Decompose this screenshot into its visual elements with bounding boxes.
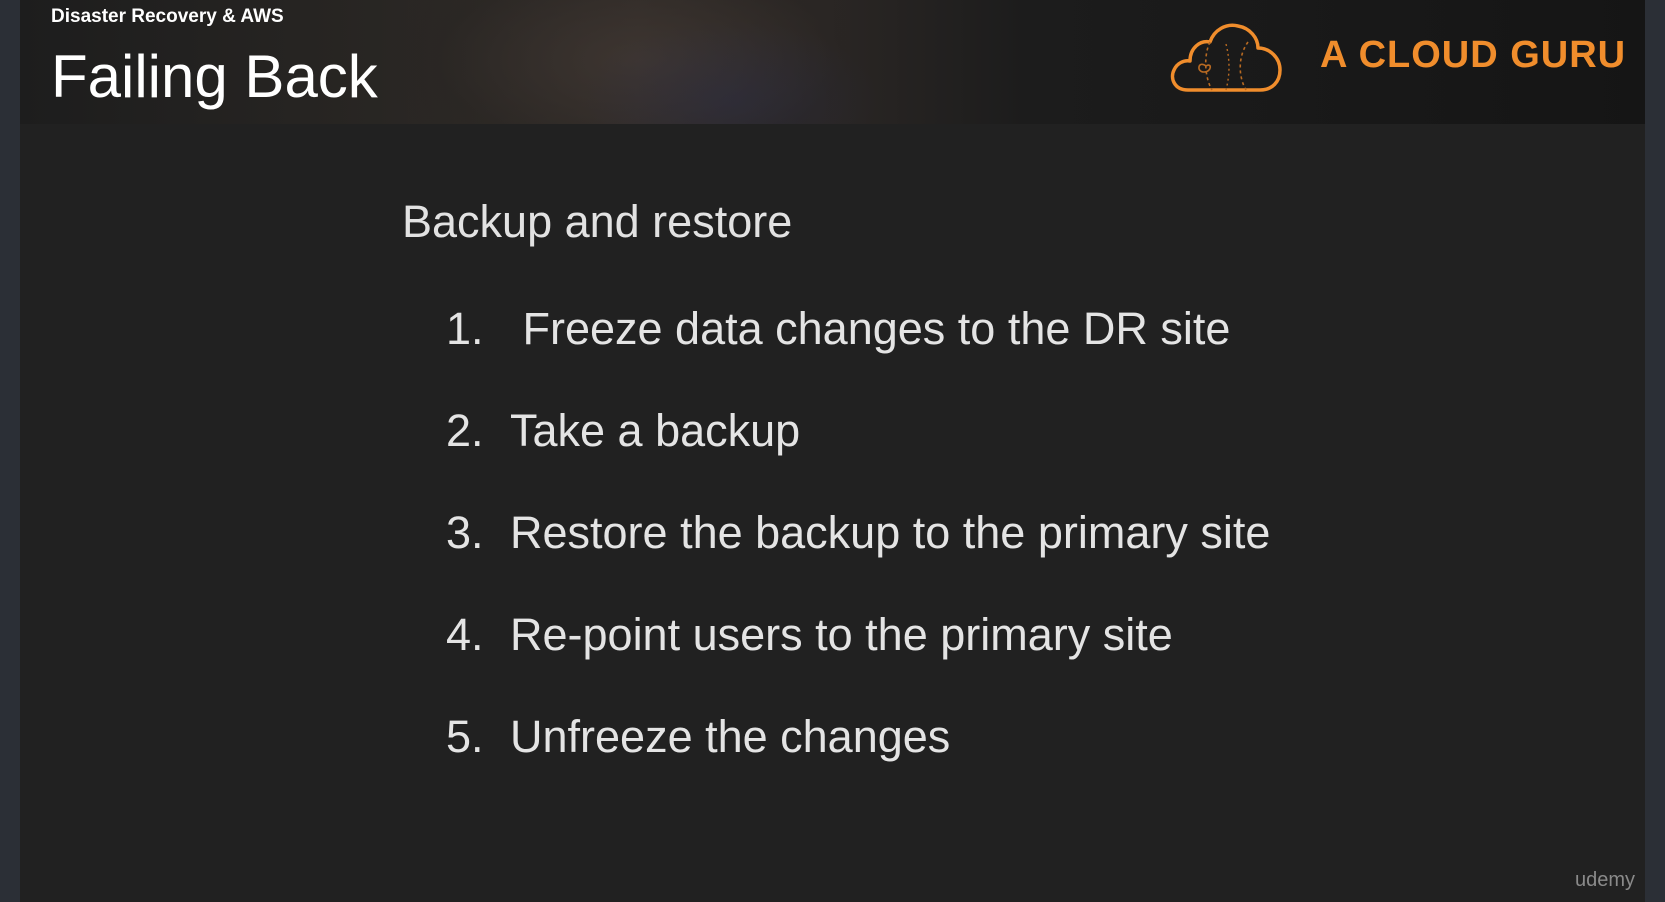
course-title: Disaster Recovery & AWS [51, 6, 284, 27]
a-cloud-guru-logo: A CLOUD GURU [1168, 18, 1625, 98]
left-frame-border [0, 0, 20, 902]
list-item-number: 4. [446, 609, 484, 660]
list-item-number: 1. [446, 303, 484, 354]
list-item: 3. Restore the backup to the primary site [446, 505, 1270, 561]
list-item-number: 3. [446, 507, 484, 558]
list-item: 5. Unfreeze the changes [446, 709, 950, 765]
list-item: 4. Re-point users to the primary site [446, 607, 1173, 663]
right-frame-border [1645, 0, 1665, 902]
list-item-number: 5. [446, 711, 484, 762]
list-item-text: Unfreeze the changes [510, 711, 951, 762]
list-item-text: Restore the backup to the primary site [510, 507, 1271, 558]
slide-title: Failing Back [51, 43, 378, 110]
list-item-text: Re-point users to the primary site [510, 609, 1173, 660]
list-item-number: 2. [446, 405, 484, 456]
content-heading: Backup and restore [402, 196, 793, 247]
slide-header: Disaster Recovery & AWS Failing Back A C… [20, 0, 1645, 124]
logo-text: A CLOUD GURU [1320, 34, 1627, 76]
udemy-watermark: udemy [1574, 869, 1635, 891]
cloud-icon [1170, 23, 1282, 92]
list-item: 1. Freeze data changes to the DR site [446, 301, 1230, 357]
list-item-text: Take a backup [510, 405, 801, 456]
list-item-text: Freeze data changes to the DR site [510, 303, 1231, 354]
slide: Disaster Recovery & AWS Failing Back A C… [20, 0, 1645, 902]
list-item: 2. Take a backup [446, 403, 800, 459]
